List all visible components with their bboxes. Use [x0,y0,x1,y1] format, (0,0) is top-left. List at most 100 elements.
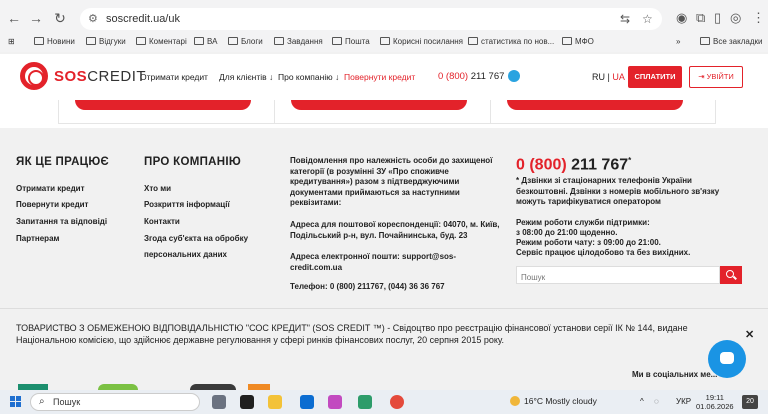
nav-for-clients[interactable]: Для клієнтів ↓ [219,72,273,82]
email-address[interactable]: Адреса електронної пошти: support@sos-cr… [290,252,490,273]
search-icon[interactable] [720,266,742,284]
bookmark-folder[interactable]: статистика по нов... [468,37,554,46]
bookmark-label: Пошта [345,37,370,46]
logo-main: SOS [54,68,88,85]
app-icon[interactable] [240,395,254,409]
folder-icon [562,37,572,45]
translate-icon[interactable]: ⇆ [620,12,630,26]
cards-strip [0,100,768,128]
bookmark-folder[interactable]: Новини [34,37,75,46]
extensions-icon[interactable]: ⧉ [696,10,705,26]
card-button[interactable] [507,100,683,110]
address-bar[interactable]: ⚙ soscredit.ua/uk ⇆ ☆ [80,8,662,30]
bookmark-folder[interactable]: ВА [194,37,217,46]
bookmark-folder[interactable]: Відгуки [86,37,126,46]
close-icon[interactable]: ✕ [745,328,754,341]
nav-repay-credit[interactable]: Повернути кредит [344,72,415,82]
back-icon[interactable]: ← [4,8,24,28]
nav-get-credit[interactable]: Отримати кредит [140,72,208,82]
schedule-line: Сервіс працює цілодобово та без вихідних… [516,248,691,257]
network-icon[interactable]: ◌ [654,397,659,406]
footer-link[interactable]: Партнерам [16,234,59,243]
bookmark-label: Блоги [241,37,263,46]
folder-icon [136,37,146,45]
bookmark-folder[interactable]: Корисні посилання [380,37,463,46]
chrome-icon[interactable] [390,395,404,409]
weather-icon [510,396,520,406]
weather-text: 16°C Mostly cloudy [524,396,597,406]
schedule-line: Режим роботи служби підтримки: [516,218,650,227]
app-icon[interactable] [300,395,314,409]
lang-ua[interactable]: UA [612,72,625,82]
task-view-icon[interactable] [212,395,226,409]
site-info-icon[interactable]: ⚙ [88,12,98,25]
folder-icon [380,37,390,45]
pay-button[interactable]: СПЛАТИТИ [628,66,682,88]
bookmarks-bar: ⊞ Новини Відгуки Коментарі ВА Блоги Завд… [0,36,768,52]
bookmark-label: Корисні посилання [393,37,463,46]
footer-link[interactable]: Розкриття інформації [144,200,230,209]
card-button[interactable] [75,100,251,110]
menu-icon[interactable]: ⋮ [752,10,765,26]
phone-number: 211 767 [470,71,505,82]
search-input[interactable] [517,269,719,286]
card-button[interactable] [291,100,467,110]
folder-icon [194,37,204,45]
bookmark-folder[interactable]: Коментарі [136,37,187,46]
footer-link[interactable]: Отримати кредит [16,184,85,193]
postal-address: Адреса для поштової кореспонденції: 0407… [290,220,500,240]
protected-category-notice: Повідомлення про належність особи до зах… [290,156,493,207]
footer-link[interactable]: персональних даних [144,250,227,259]
hotline-phone[interactable]: 0 (800) 211 767* [516,156,631,174]
bookmark-folder[interactable]: Блоги [228,37,263,46]
camera-icon[interactable]: ◉ [676,10,687,26]
bookmark-label: Новини [47,37,75,46]
lang-ru[interactable]: RU [592,72,605,82]
bookmark-folder[interactable]: Завдання [274,37,323,46]
lifebuoy-logo-icon[interactable] [20,62,48,90]
folder-icon [468,37,478,45]
bookmark-label: МФО [575,37,594,46]
apps-icon[interactable]: ⊞ [8,37,15,46]
windows-start-icon[interactable] [10,396,22,408]
taskbar-search[interactable]: ⌕ Пошук [30,393,200,411]
telegram-icon[interactable] [508,70,520,82]
app-icon[interactable] [328,395,342,409]
notifications-badge[interactable]: 20 [742,395,758,409]
footer-link[interactable]: Запитання та відповіді [16,217,107,226]
app-icon[interactable] [358,395,372,409]
file-explorer-icon[interactable] [268,395,282,409]
footer-search-field[interactable] [516,266,720,286]
logo-text[interactable]: SOSCREDIT [54,68,146,85]
bookmark-folder[interactable]: Пошта [332,37,370,46]
reload-icon[interactable]: ↻ [50,8,70,28]
bookmark-folder[interactable]: МФО [562,37,594,46]
input-language[interactable]: УКР [676,397,691,406]
logo-sub: CREDIT [87,68,147,85]
bookmark-star-icon[interactable]: ☆ [642,12,653,26]
footer-link[interactable]: Згода суб'єкта на обробку [144,234,248,243]
footer-link[interactable]: Контакти [144,217,180,226]
profile-icon[interactable]: ◎ [730,10,741,26]
clock[interactable]: 19:11 01.06.2026 [696,393,734,411]
login-button[interactable]: ⇥ УВІЙТИ [689,66,743,88]
bookmark-label: Відгуки [99,37,126,46]
browser-toolbar: ← → ↻ ⚙ soscredit.ua/uk ⇆ ☆ ◉ ⧉ ▯ ◎ ⋮ [0,0,768,36]
weather-widget[interactable]: 16°C Mostly cloudy [510,396,597,406]
sidebar-icon[interactable]: ▯ [714,10,721,26]
footer-link[interactable]: Повернути кредит [16,200,88,209]
all-bookmarks[interactable]: Все закладки [700,37,762,46]
forward-icon[interactable]: → [26,8,46,28]
footer-link[interactable]: Хто ми [144,184,171,193]
login-label: УВІЙТИ [706,72,734,81]
header-phone[interactable]: 0 (800) 211 767 [438,71,504,82]
bookmark-label: Коментарі [149,37,187,46]
tray-arrow-icon[interactable]: ^ [640,397,644,406]
nav-about[interactable]: Про компанію ↓ [278,72,339,82]
url-text[interactable]: soscredit.ua/uk [106,13,180,25]
bookmark-label: Завдання [287,37,323,46]
offer-card [274,100,500,124]
schedule-line: з 08:00 до 21:00 щоденно. [516,228,618,237]
hotline-star: * [628,156,632,165]
more-bookmarks-icon[interactable]: » [676,37,680,46]
